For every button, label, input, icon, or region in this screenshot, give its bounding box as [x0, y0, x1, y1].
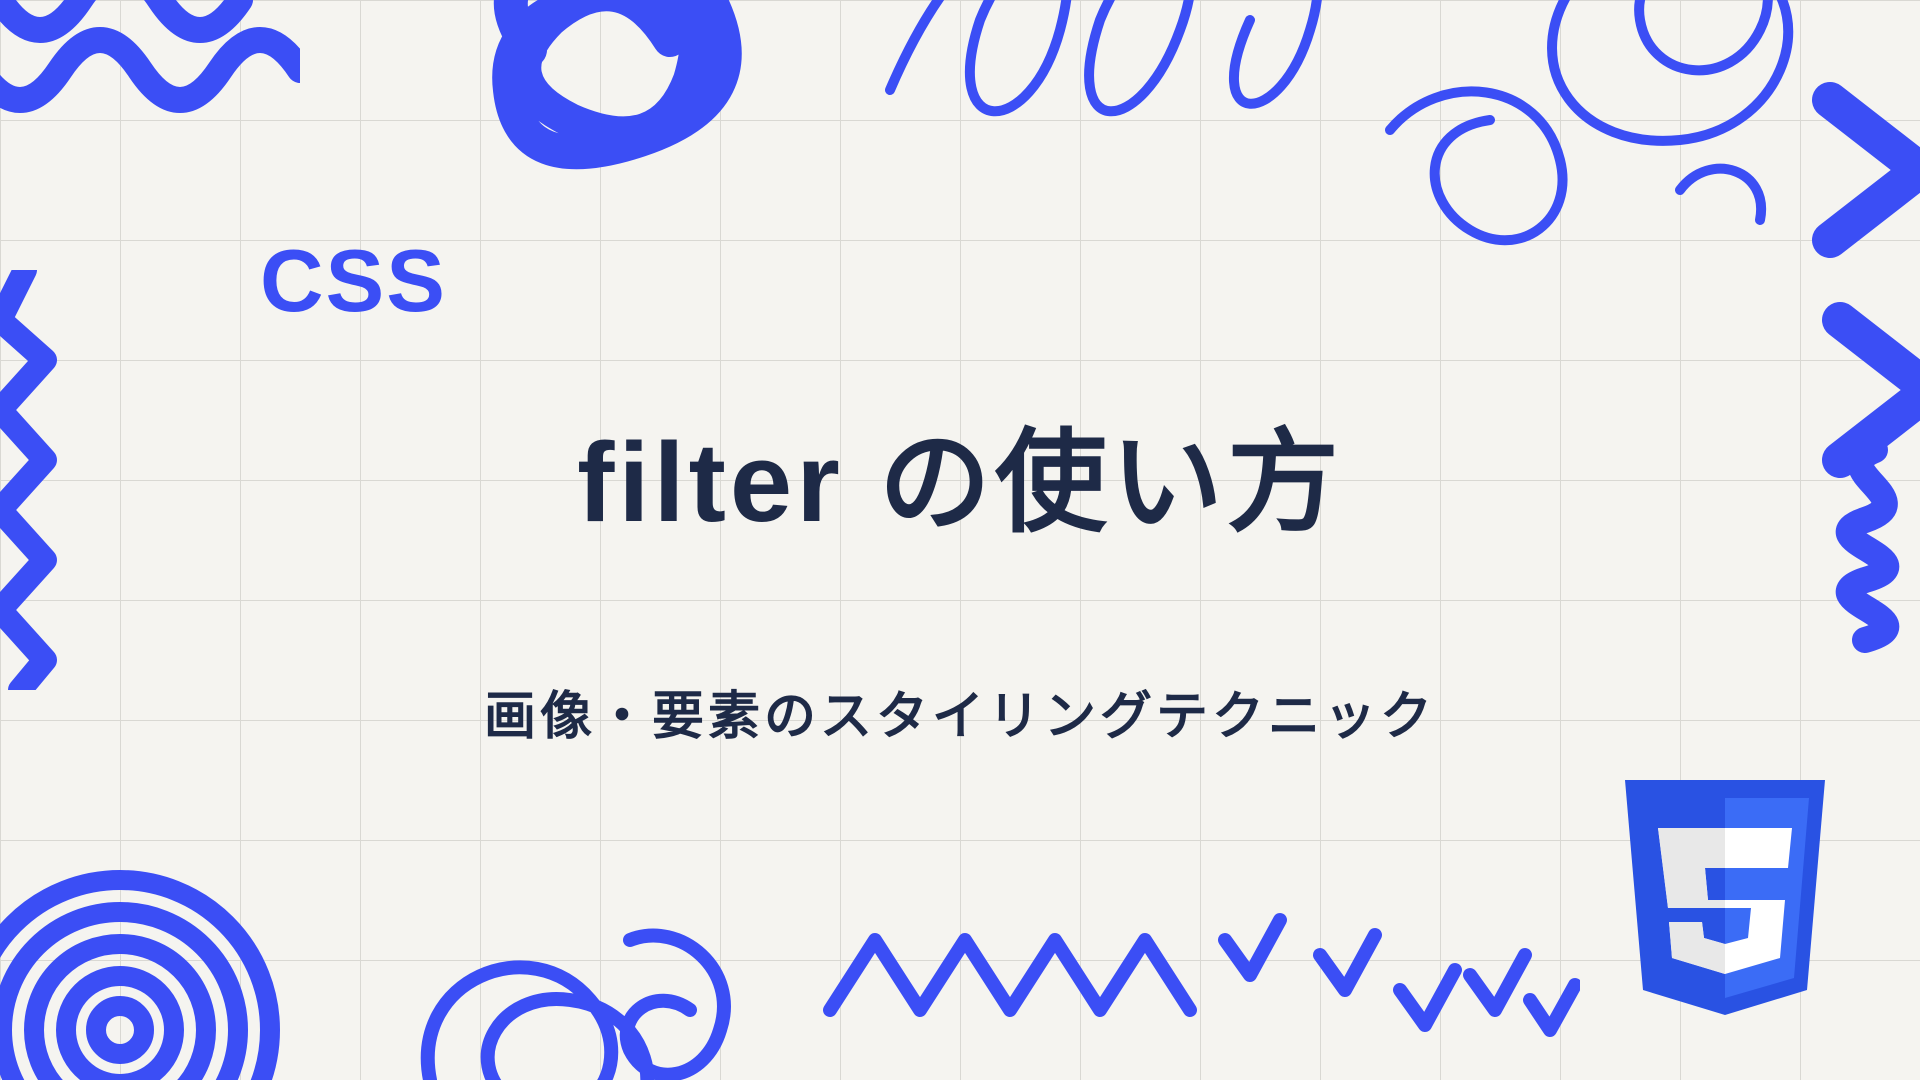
category-label: CSS: [260, 230, 447, 332]
page-subtitle: 画像・要素のスタイリングテクニック: [484, 674, 1436, 749]
page-title: filter の使い方: [577, 392, 1343, 554]
slide-content: CSS filter の使い方 画像・要素のスタイリングテクニック: [0, 0, 1920, 1080]
